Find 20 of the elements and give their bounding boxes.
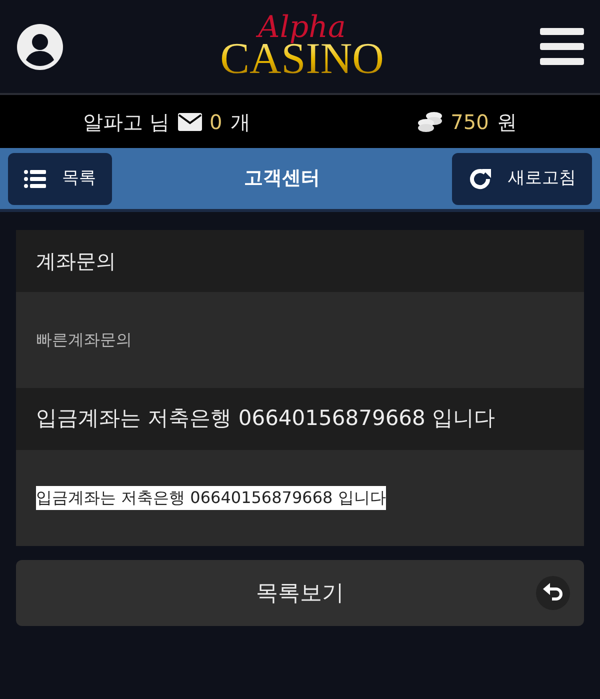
post-title: 계좌문의 — [36, 248, 116, 275]
envelope-icon[interactable] — [178, 112, 202, 130]
balance-amount: 750 — [450, 108, 489, 136]
currency-unit: 원 — [496, 108, 517, 136]
back-to-list-button[interactable]: 목록보기 — [16, 560, 584, 626]
count-unit: 개 — [230, 108, 250, 136]
list-icon — [24, 170, 46, 188]
undo-icon — [536, 576, 570, 610]
coins-icon — [416, 110, 443, 132]
page-title: 고객센터 — [244, 166, 320, 192]
user-icon[interactable] — [16, 22, 64, 70]
refresh-icon — [468, 166, 492, 190]
reply-heading: 입금계좌는 저축은행 06640156879668 입니다 — [36, 405, 496, 432]
message-count: 0 — [210, 108, 222, 136]
reply-body: 입금계좌는 저축은행 06640156879668 입니다 — [36, 486, 386, 510]
refresh-button[interactable]: 새로고침 — [452, 152, 592, 204]
post-subtitle: 빠른계좌문의 — [36, 329, 132, 351]
menu-icon[interactable] — [540, 28, 584, 66]
list-button[interactable]: 목록 — [8, 152, 112, 204]
username: 알파고 님 — [83, 108, 170, 136]
